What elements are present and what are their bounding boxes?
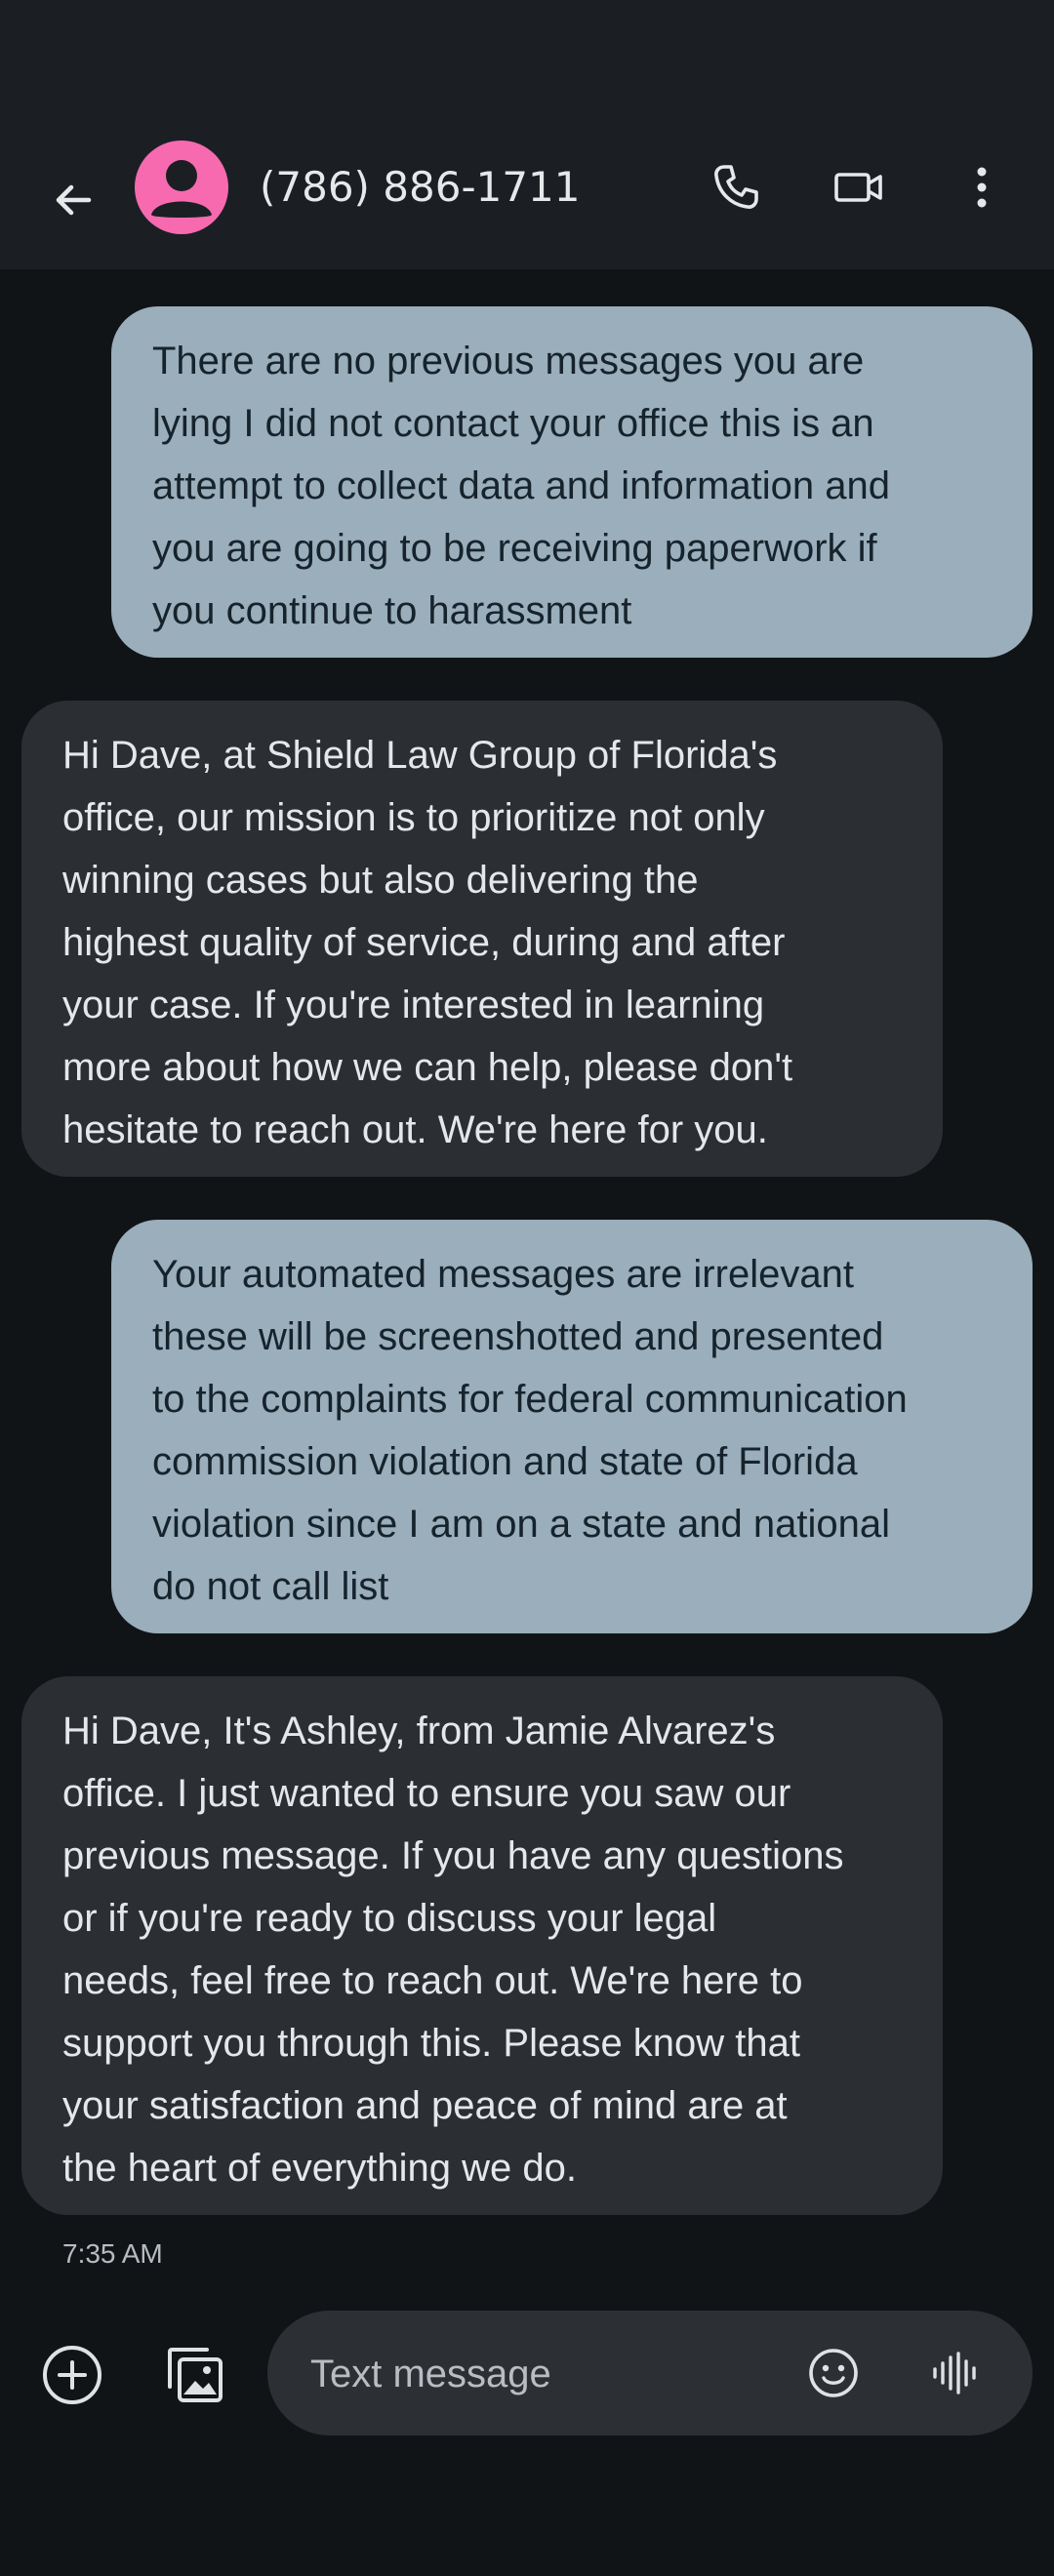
arrow-back-icon bbox=[56, 184, 92, 216]
call-button[interactable] bbox=[697, 148, 775, 226]
message-bubble-incoming[interactable]: Hi Dave, It's Ashley, from Jamie Alvarez… bbox=[21, 1676, 943, 2215]
avatar[interactable] bbox=[135, 141, 228, 234]
contact-name[interactable]: (786) 886-1711 bbox=[260, 158, 581, 217]
conversation-area: There are no previous messages you are l… bbox=[0, 269, 1054, 2269]
video-camera-icon bbox=[834, 173, 882, 202]
voice-message-button[interactable] bbox=[915, 2334, 993, 2412]
message-input[interactable] bbox=[308, 2340, 761, 2408]
emoji-button[interactable] bbox=[794, 2334, 872, 2412]
person-icon bbox=[151, 160, 212, 218]
voice-waveform-icon bbox=[933, 2352, 976, 2395]
add-circle-icon bbox=[43, 2346, 101, 2404]
add-attachment-button[interactable] bbox=[33, 2336, 111, 2414]
message-composer bbox=[0, 2283, 1054, 2459]
message-timestamp: 7:35 AM bbox=[62, 2238, 163, 2269]
more-vert-icon bbox=[977, 167, 987, 208]
emoji-icon bbox=[809, 2349, 858, 2397]
message-input-container bbox=[267, 2311, 1033, 2435]
more-options-button[interactable] bbox=[943, 148, 1021, 226]
system-navigation-bar bbox=[0, 2459, 1054, 2576]
app-bar: (786) 886-1711 bbox=[0, 137, 1054, 269]
message-bubble-outgoing[interactable]: Your automated messages are irrelevant t… bbox=[111, 1220, 1033, 1633]
video-call-button[interactable] bbox=[820, 148, 898, 226]
message-bubble-outgoing[interactable]: There are no previous messages you are l… bbox=[111, 306, 1033, 658]
gallery-button[interactable] bbox=[156, 2336, 234, 2414]
phone-icon bbox=[714, 165, 758, 209]
back-button[interactable] bbox=[39, 166, 107, 234]
status-bar bbox=[0, 0, 1054, 137]
message-bubble-incoming[interactable]: Hi Dave, at Shield Law Group of Florida'… bbox=[21, 701, 943, 1177]
gallery-icon bbox=[168, 2348, 223, 2402]
